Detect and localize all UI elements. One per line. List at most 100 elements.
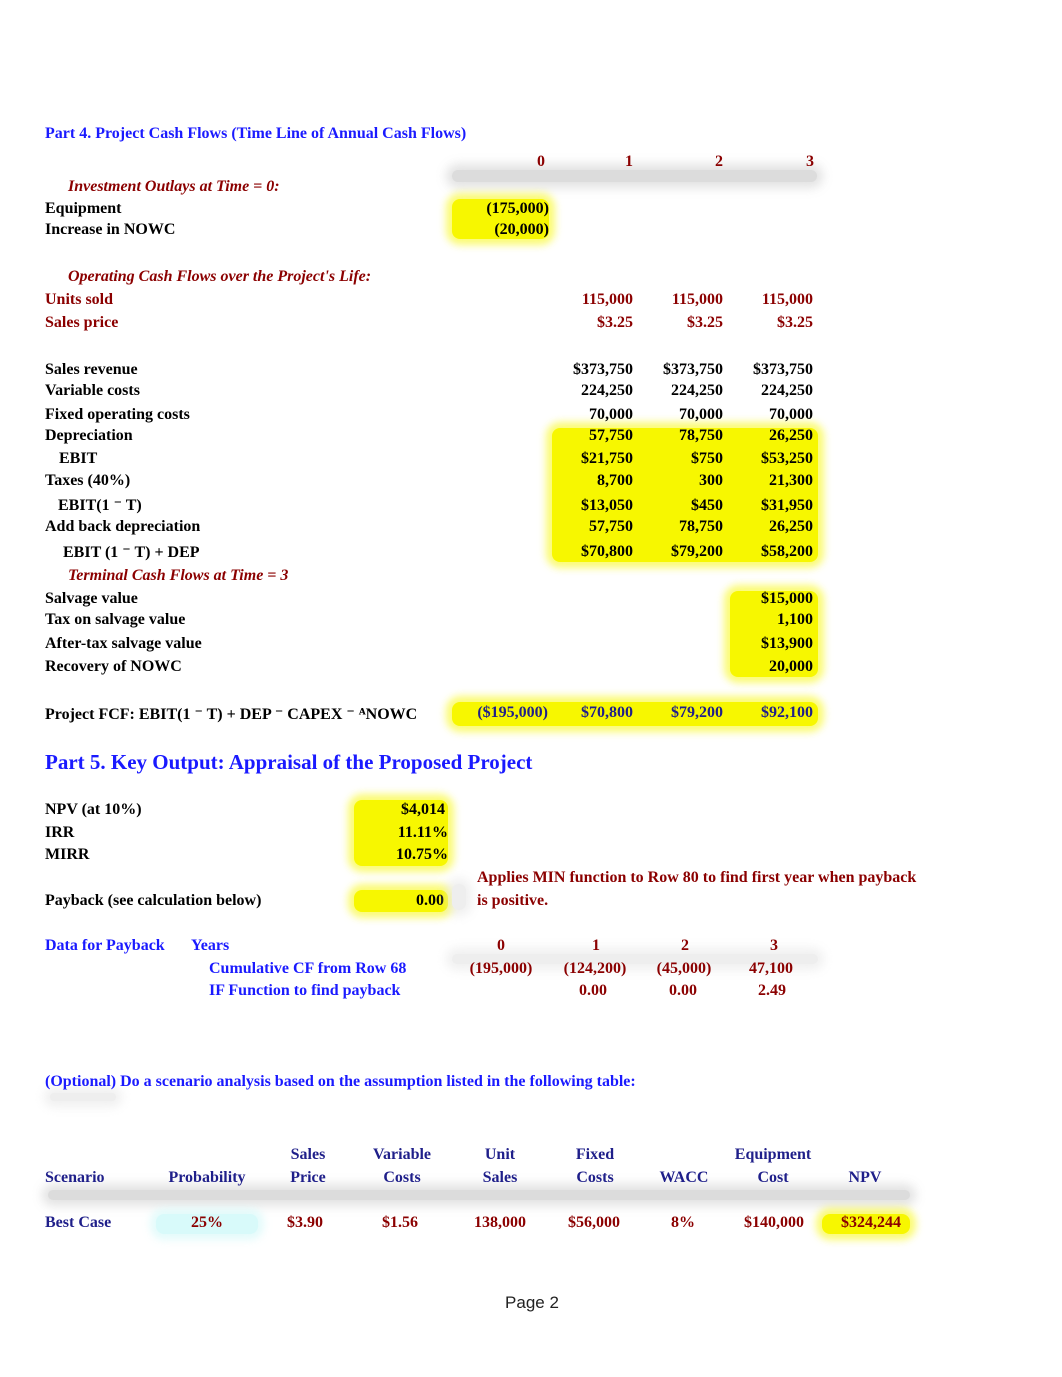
fcf-y2[interactable]: $79,200: [633, 704, 723, 722]
scenario-fixed-costs[interactable]: $56,000: [549, 1214, 639, 1232]
units-sold-y2[interactable]: 115,000: [633, 291, 723, 309]
investment-header: Investment Outlays at Time = 0:: [68, 178, 280, 195]
header-fixed-costs-l2: Costs: [576, 1169, 614, 1186]
variable-costs-y2[interactable]: 224,250: [633, 382, 723, 400]
payback-year-0: 0: [497, 937, 505, 954]
header-equipment-cost-l2: Cost: [757, 1169, 789, 1186]
years-label: Years: [191, 937, 230, 954]
ebit-after-tax-y3[interactable]: $31,950: [723, 497, 813, 515]
mirr-label: MIRR: [45, 846, 90, 863]
depreciation-y1[interactable]: 57,750: [543, 427, 633, 445]
payback-label: Payback (see calculation below): [45, 892, 262, 909]
operating-cf-y3[interactable]: $58,200: [723, 543, 813, 561]
equipment-label: Equipment: [45, 200, 122, 217]
header-unit-sales-l2: Sales: [482, 1169, 518, 1186]
variable-costs-y3[interactable]: 224,250: [723, 382, 813, 400]
year-2-header: 2: [715, 153, 723, 170]
nowc-value[interactable]: (20,000): [459, 221, 549, 239]
scenario-wacc[interactable]: 8%: [643, 1214, 723, 1232]
add-back-dep-y2[interactable]: 78,750: [633, 518, 723, 536]
npv-value[interactable]: $4,014: [355, 801, 445, 819]
tax-on-salvage-value[interactable]: 1,100: [723, 611, 813, 629]
npv-label: NPV (at 10%): [45, 801, 142, 818]
scenario-variable-costs[interactable]: $1.56: [360, 1214, 440, 1232]
mirr-value[interactable]: 10.75%: [358, 846, 448, 864]
depreciation-y3[interactable]: 26,250: [723, 427, 813, 445]
scenario-probability[interactable]: 25%: [157, 1214, 257, 1232]
fcf-label: Project FCF: EBIT(1 ⁻ T) + DEP ⁻ CAPEX ⁻…: [45, 706, 418, 723]
taxes-y3[interactable]: 21,300: [723, 472, 813, 490]
year-0-header: 0: [537, 153, 545, 170]
ebit-y2[interactable]: $750: [633, 450, 723, 468]
fixed-costs-y2[interactable]: 70,000: [633, 406, 723, 424]
ebit-y1[interactable]: $21,750: [543, 450, 633, 468]
cumulative-cf-y1[interactable]: (124,200): [550, 960, 640, 978]
scenario-unit-sales[interactable]: 138,000: [455, 1214, 545, 1232]
payback-value[interactable]: 0.00: [354, 892, 444, 910]
fcf-y3[interactable]: $92,100: [723, 704, 813, 722]
page-number: Page 2: [505, 1293, 559, 1312]
after-tax-salvage-label: After-tax salvage value: [45, 635, 202, 652]
ebit-y3[interactable]: $53,250: [723, 450, 813, 468]
payback-note-line2: is positive.: [477, 892, 549, 909]
operating-cf-y1[interactable]: $70,800: [543, 543, 633, 561]
sales-revenue-label: Sales revenue: [45, 361, 138, 378]
payback-data-title: Data for Payback: [45, 937, 165, 954]
cumulative-cf-y3[interactable]: 47,100: [726, 960, 816, 978]
cumulative-cf-y0[interactable]: (195,000): [456, 960, 546, 978]
units-sold-y1[interactable]: 115,000: [543, 291, 633, 309]
sales-price-label: Sales price: [45, 314, 119, 331]
depreciation-label: Depreciation: [45, 427, 133, 444]
nowc-label: Increase in NOWC: [45, 221, 176, 238]
if-value-y1[interactable]: 0.00: [548, 982, 638, 1000]
fixed-costs-y1[interactable]: 70,000: [543, 406, 633, 424]
sales-price-y1[interactable]: $3.25: [543, 314, 633, 332]
recovery-nowc-value[interactable]: 20,000: [723, 658, 813, 676]
if-value-y3[interactable]: 2.49: [727, 982, 817, 1000]
cumulative-cf-label: Cumulative CF from Row 68: [209, 960, 407, 977]
scenario-title: (Optional) Do a scenario analysis based …: [45, 1073, 636, 1090]
operating-cf-y2[interactable]: $79,200: [633, 543, 723, 561]
irr-value[interactable]: 11.11%: [358, 824, 448, 842]
part5-title: Part 5. Key Output: Appraisal of the Pro…: [45, 750, 533, 774]
units-sold-label: Units sold: [45, 291, 114, 308]
scenario-sales-price[interactable]: $3.90: [265, 1214, 345, 1232]
units-sold-y3[interactable]: 115,000: [723, 291, 813, 309]
if-function-label: IF Function to find payback: [209, 982, 401, 999]
header-npv: NPV: [848, 1169, 882, 1186]
fixed-costs-y3[interactable]: 70,000: [723, 406, 813, 424]
sales-price-y3[interactable]: $3.25: [723, 314, 813, 332]
scenario-npv[interactable]: $324,244: [825, 1214, 917, 1232]
add-back-dep-y3[interactable]: 26,250: [723, 518, 813, 536]
operating-highlight: [552, 428, 818, 562]
scenario-best-case: Best Case: [45, 1214, 112, 1231]
fcf-y0[interactable]: ($195,000): [458, 704, 548, 722]
scenario-equipment-cost[interactable]: $140,000: [724, 1214, 824, 1232]
sales-revenue-y1[interactable]: $373,750: [543, 361, 633, 379]
fcf-y1[interactable]: $70,800: [543, 704, 633, 722]
salvage-value-label: Salvage value: [45, 590, 138, 607]
sales-price-y2[interactable]: $3.25: [633, 314, 723, 332]
ebit-after-tax-y2[interactable]: $450: [633, 497, 723, 515]
header-variable-costs-l2: Costs: [383, 1169, 421, 1186]
sales-revenue-y2[interactable]: $373,750: [633, 361, 723, 379]
ebit-after-tax-y1[interactable]: $13,050: [543, 497, 633, 515]
variable-costs-y1[interactable]: 224,250: [543, 382, 633, 400]
operating-cf-label: EBIT (1 ⁻ T) + DEP: [63, 544, 200, 561]
add-back-dep-y1[interactable]: 57,750: [543, 518, 633, 536]
variable-costs-label: Variable costs: [45, 382, 140, 399]
scenario-title-shading: [50, 1093, 116, 1101]
equipment-value[interactable]: (175,000): [459, 200, 549, 218]
sales-revenue-y3[interactable]: $373,750: [723, 361, 813, 379]
payback-note-line1: Applies MIN function to Row 80 to find f…: [477, 869, 917, 886]
taxes-y1[interactable]: 8,700: [543, 472, 633, 490]
salvage-value[interactable]: $15,000: [723, 590, 813, 608]
header-sales-price-l1: Sales: [290, 1146, 326, 1163]
ebit-after-tax-label: EBIT(1 ⁻ T): [58, 497, 142, 514]
taxes-y2[interactable]: 300: [633, 472, 723, 490]
if-value-y2[interactable]: 0.00: [638, 982, 728, 1000]
part4-title: Part 4. Project Cash Flows (Time Line of…: [45, 125, 467, 142]
cumulative-cf-y2[interactable]: (45,000): [639, 960, 729, 978]
after-tax-salvage-value[interactable]: $13,900: [723, 635, 813, 653]
depreciation-y2[interactable]: 78,750: [633, 427, 723, 445]
